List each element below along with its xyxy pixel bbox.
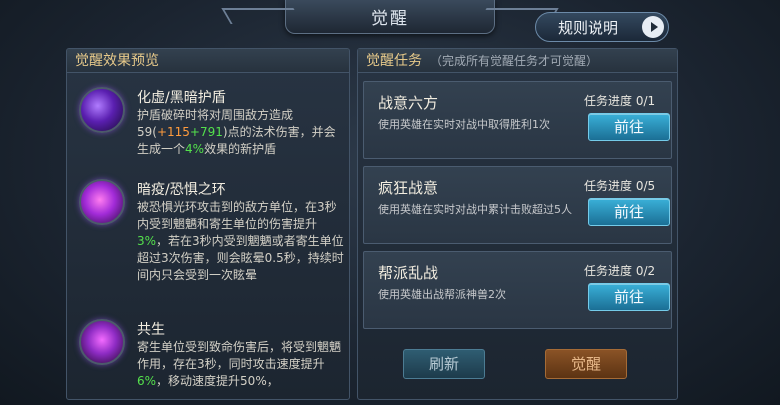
awaken-effect-preview-panel: 觉醒效果预览 化虚/黑暗护盾 护盾破碎时将对周围敌方造成59(+115+791)… — [66, 48, 350, 400]
title-plate: 觉醒 — [285, 0, 495, 34]
effect-description: 护盾破碎时将对周围敌方造成59(+115+791)点的法术伤害，并会生成一个4%… — [137, 108, 336, 156]
fear-ring-icon — [79, 179, 125, 225]
task-name: 疯狂战意 — [378, 179, 439, 197]
task-name: 战意六方 — [378, 94, 439, 112]
goto-button[interactable]: 前往 — [588, 113, 670, 141]
play-arrow-icon — [642, 16, 664, 38]
task-progress: 任务进度 0/1 — [584, 94, 656, 108]
effect-panel-title: 觉醒效果预览 — [67, 49, 349, 73]
task-card: 疯狂战意 使用英雄在实时对战中累计击败超过5人 任务进度 0/5 前往 — [363, 166, 672, 244]
dark-shield-icon — [79, 87, 125, 133]
awaken-task-panel: 觉醒任务 （完成所有觉醒任务才可觉醒） 战意六方 使用英雄在实时对战中取得胜利1次… — [357, 48, 678, 400]
task-description: 使用英雄在实时对战中累计击败超过5人 — [378, 203, 572, 216]
task-panel-title-text: 觉醒任务 — [366, 53, 422, 69]
rules-button-label: 规则说明 — [558, 18, 619, 37]
task-name: 帮派乱战 — [378, 264, 439, 282]
goto-button[interactable]: 前往 — [588, 283, 670, 311]
effect-name: 共生 — [137, 322, 165, 338]
task-card: 帮派乱战 使用英雄出战帮派神兽2次 任务进度 0/2 前往 — [363, 251, 672, 329]
task-description: 使用英雄出战帮派神兽2次 — [378, 288, 506, 301]
effect-name: 化虚/黑暗护盾 — [137, 90, 226, 106]
rules-button[interactable]: 规则说明 — [535, 12, 669, 42]
effect-description: 被恐惧光环攻击到的敌方单位，在3秒内受到魍魉和寄生单位的伤害提升3%，若在3秒内… — [137, 200, 344, 282]
refresh-button[interactable]: 刷新 — [403, 349, 485, 379]
page-title: 觉醒 — [371, 9, 409, 29]
task-description: 使用英雄在实时对战中取得胜利1次 — [378, 118, 550, 131]
task-progress: 任务进度 0/2 — [584, 264, 656, 278]
symbiosis-icon — [79, 319, 125, 365]
task-progress: 任务进度 0/5 — [584, 179, 656, 193]
goto-button[interactable]: 前往 — [588, 198, 670, 226]
effect-description: 寄生单位受到致命伤害后，将受到魍魉作用，存在3秒，同时攻击速度提升6%，移动速度… — [137, 340, 342, 388]
awaken-button[interactable]: 觉醒 — [545, 349, 627, 379]
effect-name: 暗疫/恐惧之环 — [137, 182, 226, 198]
task-card: 战意六方 使用英雄在实时对战中取得胜利1次 任务进度 0/1 前往 — [363, 81, 672, 159]
task-panel-subtitle: （完成所有觉醒任务才可觉醒） — [430, 54, 599, 68]
task-panel-title: 觉醒任务 （完成所有觉醒任务才可觉醒） — [358, 49, 677, 73]
